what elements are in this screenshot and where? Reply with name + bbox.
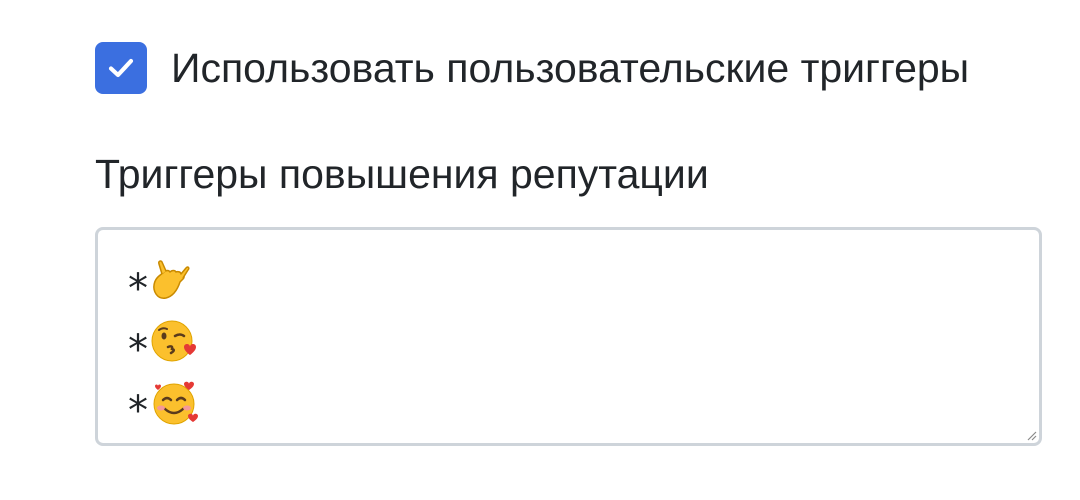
custom-triggers-label: Использовать пользовательские триггеры [171, 45, 970, 91]
trigger-line: * [128, 376, 1039, 437]
reputation-triggers-textarea[interactable]: * * * [95, 227, 1042, 446]
custom-triggers-toggle[interactable]: Использовать пользовательские триггеры [95, 42, 969, 94]
trigger-line: * [128, 254, 1039, 315]
trigger-prefix: * [128, 387, 148, 434]
custom-triggers-checkbox[interactable] [95, 42, 147, 94]
face-blowing-kiss-icon [150, 317, 200, 375]
reputation-triggers-label: Триггеры повышения репутации [95, 151, 709, 197]
settings-form: Использовать пользовательские триггеры Т… [0, 0, 1080, 500]
trigger-prefix: * [128, 326, 148, 373]
trigger-line: * [128, 315, 1039, 376]
emoji-partial-icon [150, 439, 200, 444]
smiling-face-with-hearts-icon [150, 378, 200, 436]
trigger-line-partial: * [128, 437, 1039, 444]
resize-handle-icon[interactable] [1025, 429, 1037, 441]
trigger-prefix: * [128, 265, 148, 312]
checkmark-icon [108, 58, 134, 78]
call-me-hand-icon [150, 258, 190, 312]
